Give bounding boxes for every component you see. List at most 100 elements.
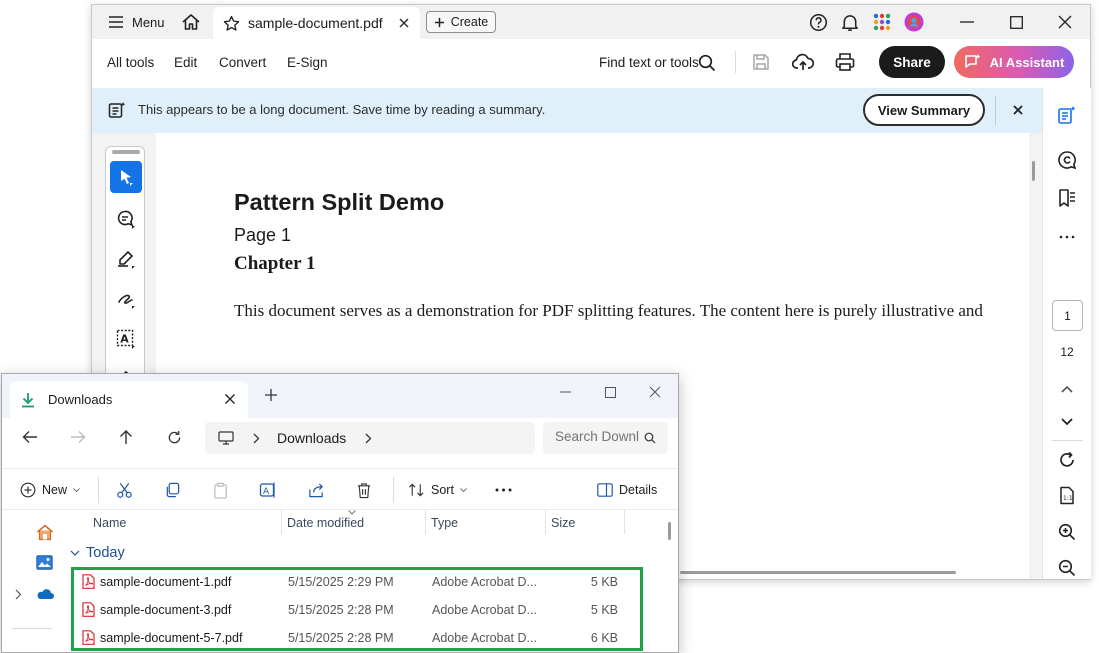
- upload-cloud-icon[interactable]: [792, 52, 814, 72]
- comment-icon[interactable]: [1056, 149, 1078, 171]
- all-tools-link[interactable]: All tools: [107, 55, 154, 70]
- new-button[interactable]: New: [20, 478, 80, 502]
- explorer-maximize-button[interactable]: [588, 378, 632, 406]
- hamburger-icon: [108, 15, 124, 29]
- apps-button[interactable]: [872, 12, 892, 32]
- copy-button[interactable]: [164, 478, 181, 502]
- draw-tool[interactable]: [110, 283, 142, 315]
- explorer-titlebar: Downloads: [2, 374, 678, 418]
- ai-assistant-button[interactable]: AI Assistant: [954, 46, 1074, 78]
- document-horizontal-scrollbar[interactable]: [680, 571, 956, 574]
- explorer-navigation-pane: [2, 510, 62, 652]
- document-vertical-scrollbar[interactable]: [1032, 161, 1035, 181]
- bookmark-icon[interactable]: [1056, 187, 1078, 209]
- group-header-today[interactable]: Today: [70, 545, 125, 561]
- view-summary-button[interactable]: View Summary: [863, 94, 985, 126]
- next-page-icon[interactable]: [1056, 411, 1078, 433]
- download-icon: [20, 392, 36, 408]
- find-text-button[interactable]: Find text or tools: [599, 55, 699, 70]
- share-button[interactable]: Share: [879, 46, 945, 78]
- home-button[interactable]: [178, 9, 204, 35]
- sort-indicator-icon: [348, 510, 356, 515]
- zoom-out-icon[interactable]: [1056, 557, 1078, 579]
- file-list-scrollbar[interactable]: [668, 522, 671, 540]
- file-row[interactable]: sample-document-3.pdf 5/15/2025 2:28 PM …: [76, 596, 642, 624]
- search-icon[interactable]: [698, 54, 716, 72]
- expand-chevron-icon[interactable]: [15, 589, 22, 600]
- star-icon[interactable]: [223, 15, 240, 32]
- minimize-button[interactable]: [944, 5, 990, 39]
- highlight-tool[interactable]: [110, 243, 142, 275]
- document-tab[interactable]: sample-document.pdf: [213, 7, 420, 39]
- add-comment-tool[interactable]: [110, 203, 142, 235]
- paste-button[interactable]: [212, 478, 229, 502]
- zoom-in-icon[interactable]: [1056, 521, 1078, 543]
- column-divider[interactable]: [624, 510, 625, 534]
- scissors-icon: [116, 482, 133, 499]
- details-button[interactable]: Details: [597, 478, 657, 502]
- ai-summary-icon[interactable]: [1056, 104, 1078, 126]
- column-header-size[interactable]: Size: [551, 516, 575, 530]
- sort-button[interactable]: Sort: [408, 478, 467, 502]
- create-button[interactable]: Create: [426, 11, 496, 33]
- explorer-command-bar: New A Sort Details: [2, 468, 678, 510]
- breadcrumb-downloads[interactable]: Downloads: [277, 430, 346, 446]
- avatar[interactable]: [903, 11, 925, 33]
- column-header-date[interactable]: Date modified: [287, 516, 364, 530]
- delete-button[interactable]: [356, 478, 372, 502]
- up-button[interactable]: [113, 424, 139, 450]
- svg-text:1:1: 1:1: [1063, 495, 1073, 502]
- cut-button[interactable]: [116, 478, 133, 502]
- select-tool[interactable]: [110, 161, 142, 193]
- column-divider[interactable]: [281, 510, 282, 534]
- previous-page-icon[interactable]: [1056, 378, 1078, 400]
- fit-page-icon[interactable]: 1:1: [1056, 484, 1078, 506]
- new-tab-icon[interactable]: [264, 388, 280, 404]
- convert-link[interactable]: Convert: [219, 55, 266, 70]
- text-box-tool[interactable]: A: [110, 323, 142, 355]
- breadcrumb-chevron-icon[interactable]: [365, 433, 372, 444]
- menu-button[interactable]: Menu: [102, 9, 171, 35]
- column-divider[interactable]: [425, 510, 426, 534]
- edit-link[interactable]: Edit: [174, 55, 197, 70]
- close-window-button[interactable]: [1042, 5, 1088, 39]
- back-button[interactable]: [17, 424, 43, 450]
- maximize-button[interactable]: [993, 5, 1039, 39]
- print-icon[interactable]: [835, 52, 855, 72]
- column-header-type[interactable]: Type: [431, 516, 458, 530]
- esign-link[interactable]: E-Sign: [287, 55, 328, 70]
- search-icon[interactable]: [644, 432, 656, 444]
- column-divider[interactable]: [545, 510, 546, 534]
- share-button[interactable]: [308, 478, 325, 502]
- search-input[interactable]: [555, 429, 639, 444]
- more-options-icon[interactable]: [1056, 226, 1078, 248]
- help-icon: [809, 13, 828, 32]
- address-bar[interactable]: Downloads: [205, 422, 535, 454]
- rotate-icon[interactable]: [1056, 449, 1078, 471]
- file-row[interactable]: sample-document-1.pdf 5/15/2025 2:29 PM …: [76, 568, 642, 596]
- refresh-button[interactable]: [161, 424, 187, 450]
- explorer-close-button[interactable]: [633, 378, 677, 406]
- search-box[interactable]: [543, 422, 668, 454]
- close-banner-icon[interactable]: [1010, 102, 1026, 118]
- gallery-icon[interactable]: [36, 555, 53, 570]
- explorer-tab-downloads[interactable]: Downloads: [10, 381, 248, 418]
- rename-button[interactable]: A: [259, 478, 277, 502]
- quick-tools-panel: A: [105, 146, 145, 386]
- more-button[interactable]: [495, 478, 512, 502]
- file-row[interactable]: sample-document-5-7.pdf 5/15/2025 2:28 P…: [76, 624, 642, 652]
- close-tab-icon[interactable]: [224, 393, 236, 405]
- home-icon[interactable]: [36, 524, 54, 541]
- page-number-input[interactable]: 1: [1052, 300, 1083, 331]
- column-header-name[interactable]: Name: [93, 516, 126, 530]
- explorer-minimize-button[interactable]: [543, 378, 587, 406]
- close-tab-icon[interactable]: [396, 15, 412, 31]
- breadcrumb-chevron-icon[interactable]: [253, 433, 260, 444]
- rename-icon: A: [259, 481, 277, 499]
- help-button[interactable]: [808, 12, 828, 32]
- notifications-button[interactable]: [840, 12, 860, 32]
- save-icon[interactable]: [752, 53, 770, 71]
- drag-handle[interactable]: [112, 150, 140, 154]
- onedrive-icon[interactable]: [36, 588, 54, 600]
- forward-button[interactable]: [65, 424, 91, 450]
